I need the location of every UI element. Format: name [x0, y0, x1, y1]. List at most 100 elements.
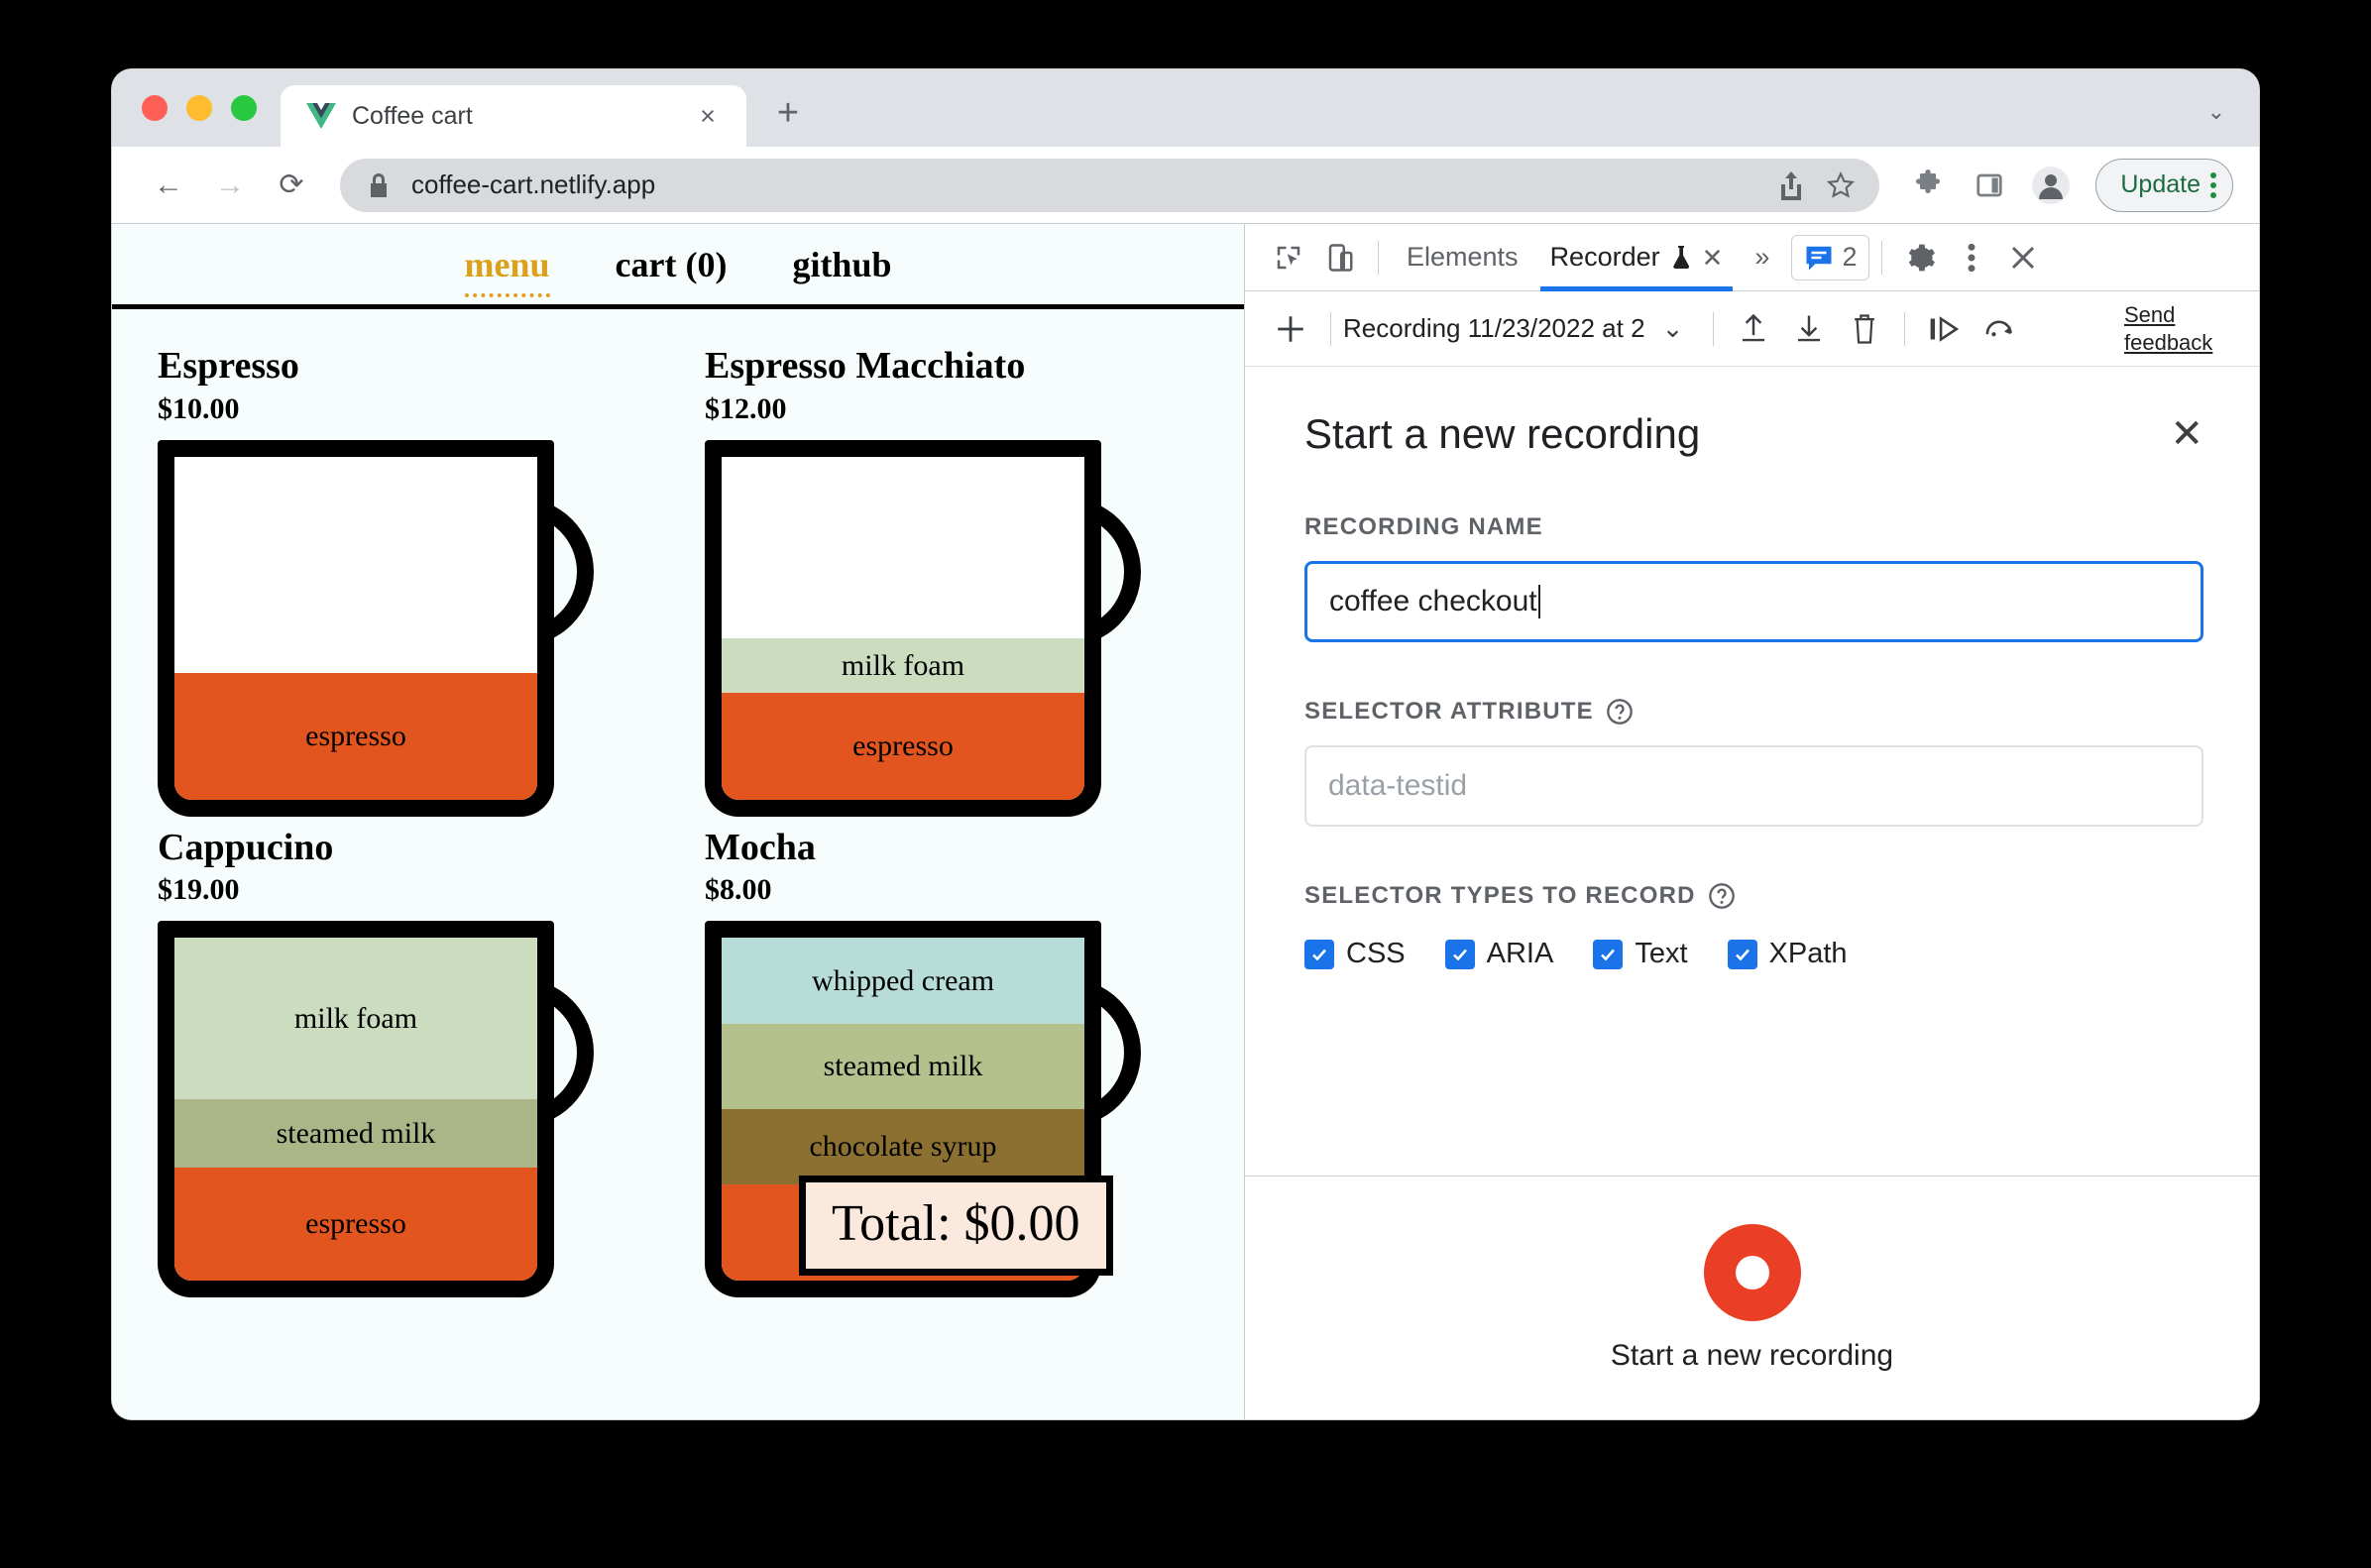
recorder-body: Start a new recording ✕ Recording name c… — [1245, 367, 2259, 1419]
side-panel-icon[interactable] — [1963, 159, 2016, 212]
tab-recorder-label: Recorder — [1549, 242, 1660, 272]
tabstrip-right-controls: ⌄ — [2207, 99, 2259, 147]
checkbox-xpath[interactable]: XPath — [1727, 938, 1848, 970]
maximize-window-button[interactable] — [231, 95, 257, 121]
cup-layer-milk-foam: milk foam — [722, 638, 1084, 694]
cup-layer-empty — [174, 456, 537, 673]
cup-layer-chocolate-syrup: chocolate syrup — [722, 1109, 1084, 1185]
cup-layer-espresso: espresso — [722, 693, 1084, 800]
form-header: Start a new recording ✕ — [1304, 410, 2203, 458]
device-toolbar-icon[interactable] — [1314, 234, 1366, 281]
new-recording-form: Start a new recording ✕ Recording name c… — [1245, 367, 2259, 1176]
product-price: $8.00 — [705, 873, 772, 907]
devtools-overflow-button[interactable]: » — [1739, 224, 1785, 291]
extensions-puzzle-icon[interactable] — [1901, 159, 1955, 212]
form-close-icon[interactable]: ✕ — [2170, 414, 2203, 454]
recording-name-label: Recording name — [1304, 513, 2203, 541]
send-feedback-link[interactable]: Send feedback — [2124, 301, 2243, 356]
start-recording-button[interactable] — [1703, 1223, 1801, 1321]
divider — [1903, 311, 1905, 346]
lock-icon — [362, 168, 395, 202]
cup-body: espresso — [158, 439, 554, 817]
coffee-cup[interactable]: milk foam espresso — [705, 439, 1141, 817]
checkbox-text[interactable]: Text — [1593, 938, 1688, 970]
coffee-cup[interactable]: milk foam steamed milk espresso — [158, 921, 594, 1298]
checkbox-css-label: CSS — [1346, 938, 1406, 969]
checkbox-aria[interactable]: ARIA — [1444, 938, 1553, 970]
forward-button[interactable]: → — [203, 159, 257, 212]
product-price: $19.00 — [158, 873, 240, 907]
selector-types-label: Selector types to record — [1304, 882, 2203, 910]
nav-link-cart[interactable]: cart (0) — [616, 244, 728, 285]
recording-name-label-text: Recording name — [1304, 513, 1543, 540]
nav-link-menu[interactable]: menu — [464, 244, 550, 297]
checkbox-text-box[interactable] — [1593, 939, 1624, 969]
product-grid: Espresso $10.00 espresso Espresso Macchi… — [112, 309, 1244, 1298]
selector-attribute-input[interactable]: data-testid — [1304, 745, 2203, 827]
back-button[interactable]: ← — [142, 159, 195, 212]
product-card-espresso[interactable]: Espresso $10.00 espresso — [158, 345, 657, 817]
start-recording-label: Start a new recording — [1610, 1338, 1894, 1372]
selector-types-checkboxes: CSS ARIA Text XPath — [1304, 938, 2203, 970]
cup-layer-steamed-milk: steamed milk — [174, 1098, 537, 1169]
divider — [1330, 311, 1331, 346]
export-icon[interactable] — [1726, 301, 1781, 357]
new-tab-button[interactable]: + — [760, 85, 816, 141]
checkbox-xpath-box[interactable] — [1727, 939, 1757, 969]
product-name: Espresso — [158, 345, 299, 387]
product-name: Mocha — [705, 826, 816, 868]
replay-speed-icon[interactable] — [1973, 301, 2028, 357]
checkbox-css-box[interactable] — [1304, 939, 1334, 969]
browser-toolbar: ← → ⟳ coffee-cart.netlify.app Update — [112, 147, 2259, 224]
selector-attribute-label-text: Selector attribute — [1304, 698, 1594, 725]
profile-avatar-icon[interactable] — [2024, 159, 2078, 212]
checkbox-aria-box[interactable] — [1444, 939, 1475, 969]
address-bar[interactable]: coffee-cart.netlify.app — [340, 158, 1880, 212]
update-button-label: Update — [2120, 170, 2201, 198]
star-icon[interactable] — [1824, 168, 1858, 202]
checkbox-css[interactable]: CSS — [1304, 938, 1406, 970]
update-button[interactable]: Update — [2095, 158, 2233, 212]
trash-icon[interactable] — [1837, 301, 1892, 357]
import-icon[interactable] — [1781, 301, 1837, 357]
messages-badge[interactable]: 2 — [1791, 234, 1870, 280]
nav-link-github[interactable]: github — [792, 244, 891, 285]
help-icon[interactable] — [1606, 698, 1634, 726]
tab-elements[interactable]: Elements — [1391, 224, 1534, 291]
devtools-panel: Elements Recorder ✕ » 2 Recording 11/23/… — [1245, 224, 2259, 1419]
recording-name-input[interactable]: coffee checkout — [1304, 561, 2203, 642]
browser-tab[interactable]: Coffee cart × — [281, 85, 746, 147]
devtools-close-icon[interactable] — [1997, 234, 2049, 281]
share-icon[interactable] — [1774, 168, 1808, 202]
address-bar-url: coffee-cart.netlify.app — [411, 169, 656, 199]
gear-icon[interactable] — [1894, 234, 1946, 281]
coffee-cup[interactable]: espresso — [158, 439, 594, 817]
cup-layer-steamed-milk: steamed milk — [722, 1023, 1084, 1110]
experiment-flask-icon — [1672, 245, 1689, 269]
selector-types-label-text: Selector types to record — [1304, 882, 1696, 909]
tab-close-icon[interactable]: × — [691, 99, 725, 133]
divider — [1378, 240, 1379, 275]
product-name: Espresso Macchiato — [705, 345, 1026, 387]
devtools-more-icon[interactable] — [1946, 234, 1997, 281]
reload-button[interactable]: ⟳ — [265, 159, 318, 212]
product-card-cappucino[interactable]: Cappucino $19.00 milk foam steamed milk … — [158, 827, 657, 1298]
selector-attribute-label: Selector attribute — [1304, 698, 2203, 726]
product-price: $12.00 — [705, 392, 787, 425]
chevron-down-icon[interactable]: ⌄ — [2207, 99, 2225, 125]
cup-layer-empty — [722, 456, 1084, 639]
kebab-menu-icon[interactable] — [2210, 171, 2216, 198]
help-icon[interactable] — [1708, 882, 1736, 910]
cart-total-badge: Total: $0.00 — [799, 1176, 1113, 1276]
tab-recorder-close-icon[interactable]: ✕ — [1702, 245, 1724, 271]
text-caret — [1537, 585, 1540, 618]
recording-selector-label[interactable]: Recording 11/23/2022 at 2 — [1343, 313, 1645, 344]
close-window-button[interactable] — [142, 95, 168, 121]
minimize-window-button[interactable] — [186, 95, 212, 121]
product-card-espresso-macchiato[interactable]: Espresso Macchiato $12.00 milk foam espr… — [705, 345, 1204, 817]
replay-step-icon[interactable] — [1917, 301, 1973, 357]
tab-recorder[interactable]: Recorder ✕ — [1534, 224, 1740, 291]
chevron-down-icon[interactable]: ⌄ — [1645, 301, 1701, 357]
add-recording-button[interactable] — [1263, 301, 1318, 357]
inspect-element-icon[interactable] — [1263, 234, 1314, 281]
